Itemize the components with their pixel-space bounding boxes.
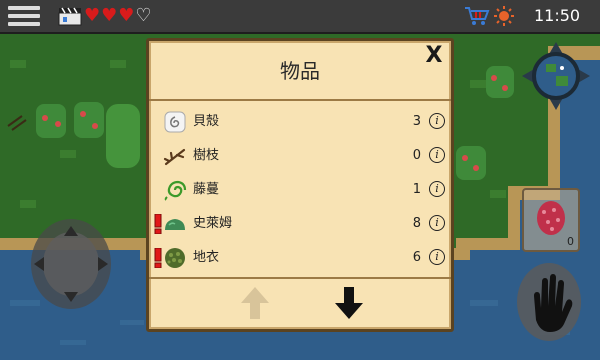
vine-icon <box>164 180 187 201</box>
arrow-up-icon[interactable] <box>235 283 275 323</box>
game-clock: 11:50 <box>534 6 581 25</box>
info-icon[interactable]: i <box>429 147 445 163</box>
health-hearts: ♥♥♥♡ <box>84 4 153 28</box>
info-icon[interactable]: i <box>429 181 445 197</box>
hand-action-button[interactable] <box>516 262 582 342</box>
clapperboard-icon[interactable] <box>58 6 82 26</box>
berry-icon <box>537 201 565 235</box>
dialog-title: 物品 <box>280 59 320 83</box>
shell-icon <box>164 111 186 133</box>
item-quantity: 1 <box>412 182 421 197</box>
item-name: 樹枝 <box>193 148 220 163</box>
heart-full-icon: ♥ <box>118 5 136 26</box>
shopping-cart-icon[interactable] <box>464 5 490 27</box>
item-quantity: 0 <box>412 148 421 163</box>
list-item[interactable]: 史萊姆 8 i <box>149 207 451 241</box>
warning-icon <box>154 248 162 268</box>
inventory-dialog: 物品 X 貝殼 3 i 樹枝 0 i 藤蔓 1 i 史萊姆 8 i 地衣 6 i <box>146 38 454 332</box>
item-quantity: 3 <box>412 114 421 129</box>
list-item[interactable]: 樹枝 0 i <box>149 139 451 173</box>
heart-full-icon: ♥ <box>101 5 119 26</box>
item-name: 藤蔓 <box>193 182 220 197</box>
item-name: 地衣 <box>193 250 220 265</box>
item-quantity: 8 <box>412 216 421 231</box>
info-icon[interactable]: i <box>429 113 445 129</box>
top-status-bar: ♥♥♥♡ 11:50 <box>0 0 600 34</box>
movement-joystick[interactable] <box>30 218 112 310</box>
quick-item-slot[interactable]: 0 <box>522 188 580 252</box>
menu-button[interactable] <box>6 4 42 28</box>
quick-item-count: 0 <box>567 235 574 248</box>
list-item[interactable]: 藤蔓 1 i <box>149 173 451 207</box>
item-name: 貝殼 <box>193 114 220 129</box>
stick-icon <box>163 148 186 166</box>
minimap-compass-icon[interactable] <box>522 42 590 110</box>
arrow-down-icon[interactable] <box>329 283 369 323</box>
heart-full-icon: ♥ <box>84 5 102 26</box>
sun-icon <box>494 6 514 26</box>
slime-icon <box>165 219 185 230</box>
item-quantity: 6 <box>412 250 421 265</box>
divider <box>149 99 451 101</box>
list-item[interactable]: 地衣 6 i <box>149 241 451 275</box>
close-button[interactable]: X <box>423 43 445 69</box>
list-navigation <box>149 279 451 329</box>
heart-empty-icon: ♡ <box>135 5 153 26</box>
warning-icon <box>154 214 162 234</box>
list-item[interactable]: 貝殼 3 i <box>149 105 451 139</box>
lichen-icon <box>165 248 185 268</box>
info-icon[interactable]: i <box>429 215 445 231</box>
info-icon[interactable]: i <box>429 249 445 265</box>
item-name: 史萊姆 <box>193 216 233 231</box>
